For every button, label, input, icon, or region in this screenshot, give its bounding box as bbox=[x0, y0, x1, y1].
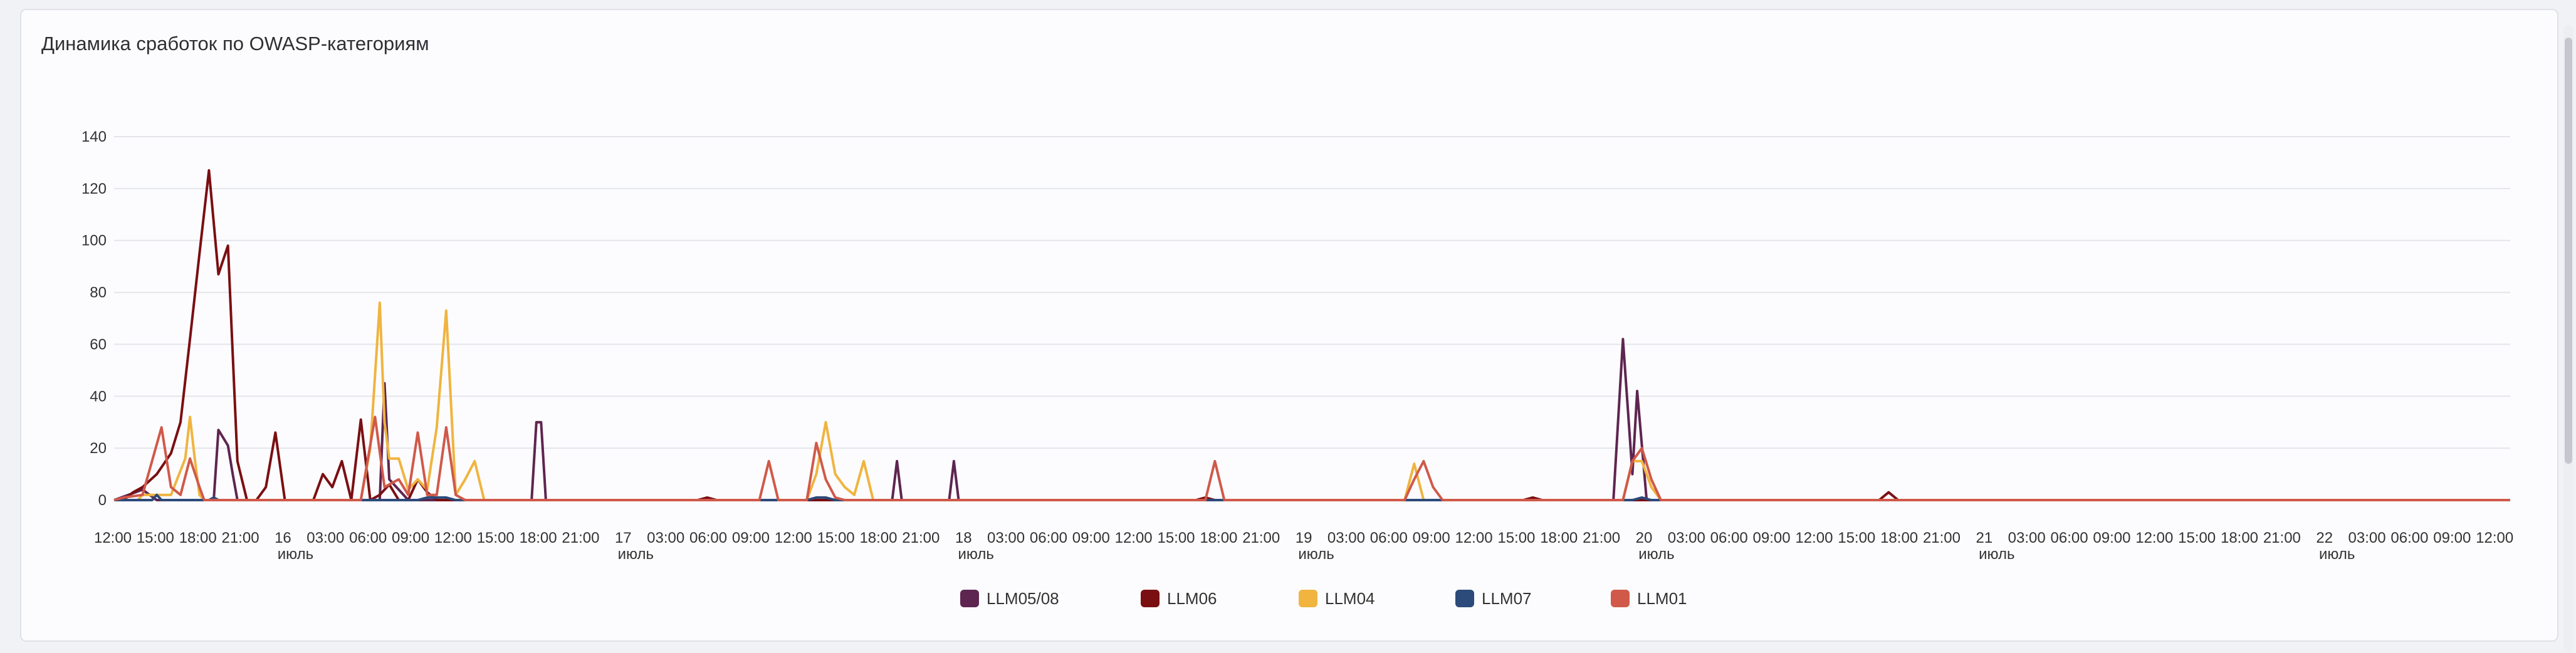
y-tick-label: 80 bbox=[90, 285, 107, 301]
legend-swatch[interactable] bbox=[1141, 590, 1160, 607]
y-tick-label: 20 bbox=[90, 440, 107, 457]
x-tick-label: 15:00 bbox=[2178, 530, 2216, 546]
x-tick-label: 17 bbox=[615, 530, 632, 546]
x-tick-label: 16 bbox=[275, 530, 291, 546]
x-tick-label: 03:00 bbox=[1668, 530, 1705, 546]
x-tick-label: 03:00 bbox=[2008, 530, 2046, 546]
x-tick-label: 03:00 bbox=[647, 530, 684, 546]
x-tick-label: 18:00 bbox=[1540, 530, 1578, 546]
x-tick-label: 15:00 bbox=[1497, 530, 1535, 546]
x-tick-label: 12:00 bbox=[775, 530, 812, 546]
x-tick-label: 12:00 bbox=[1455, 530, 1492, 546]
x-tick-label: 22 bbox=[2316, 530, 2333, 546]
x-tick-label: 12:00 bbox=[1795, 530, 1833, 546]
y-axis: 0 20 40 60 80 100 120 140 bbox=[81, 128, 107, 509]
x-tick-label: 21:00 bbox=[2263, 530, 2301, 546]
x-tick-label: 03:00 bbox=[2348, 530, 2386, 546]
x-tick-sublabel: июль bbox=[2319, 546, 2355, 563]
x-tick-label: 19 bbox=[1296, 530, 1312, 546]
x-tick-label: 18:00 bbox=[520, 530, 557, 546]
x-tick-label: 09:00 bbox=[2093, 530, 2130, 546]
y-tick-label: 140 bbox=[81, 128, 107, 145]
x-tick-label: 18:00 bbox=[859, 530, 897, 546]
x-tick-label: 03:00 bbox=[1327, 530, 1365, 546]
x-tick-label: 12:00 bbox=[1115, 530, 1153, 546]
legend-swatch[interactable] bbox=[1611, 590, 1630, 607]
x-tick-label: 21:00 bbox=[1923, 530, 1961, 546]
x-tick-label: 15:00 bbox=[1157, 530, 1195, 546]
legend-swatch[interactable] bbox=[960, 590, 979, 607]
x-tick-sublabel: июль bbox=[1638, 546, 1674, 563]
x-tick-label: 12:00 bbox=[2135, 530, 2173, 546]
series-lines bbox=[113, 169, 2510, 501]
legend-label[interactable]: LLM07 bbox=[1482, 589, 1532, 608]
y-tick-label: 0 bbox=[98, 492, 107, 509]
legend: LLM05/08 LLM06 LLM04 LLM07 LLM01 bbox=[960, 589, 1687, 608]
x-tick-label: 09:00 bbox=[1753, 530, 1791, 546]
legend-swatch[interactable] bbox=[1455, 590, 1474, 607]
x-tick-label: 21 bbox=[1976, 530, 1992, 546]
x-tick-label: 21:00 bbox=[1583, 530, 1620, 546]
x-tick-label: 15:00 bbox=[817, 530, 855, 546]
grid-lines bbox=[114, 136, 2510, 501]
legend-label[interactable]: LLM04 bbox=[1325, 589, 1375, 608]
x-tick-label: 06:00 bbox=[689, 530, 727, 546]
x-tick-label: 12:00 bbox=[434, 530, 472, 546]
x-tick-label: 09:00 bbox=[2433, 530, 2471, 546]
x-tick-sublabel: июль bbox=[278, 546, 313, 563]
x-tick-label: 21:00 bbox=[902, 530, 940, 546]
line-chart: 020406080100120140 12:00 15:00 18:00 21:00 1… bbox=[81, 128, 2513, 608]
x-tick-label: 12:00 bbox=[94, 530, 132, 546]
x-tick-label: 09:00 bbox=[1413, 530, 1450, 546]
x-tick-label: 18:00 bbox=[1200, 530, 1237, 546]
x-tick-label: 21:00 bbox=[222, 530, 259, 546]
x-tick-label: 15:00 bbox=[1838, 530, 1875, 546]
x-tick-label: 18:00 bbox=[2221, 530, 2258, 546]
x-tick-label: 18:00 bbox=[179, 530, 217, 546]
x-tick-label: 03:00 bbox=[306, 530, 344, 546]
x-tick-label: 06:00 bbox=[1710, 530, 1748, 546]
x-tick-label: 15:00 bbox=[477, 530, 515, 546]
x-tick-label: 06:00 bbox=[1030, 530, 1067, 546]
x-tick-sublabel: июль bbox=[618, 546, 654, 563]
x-tick-label: 06:00 bbox=[2051, 530, 2088, 546]
series-line-llm06 bbox=[114, 169, 2510, 501]
legend-label[interactable]: LLM01 bbox=[1637, 589, 1687, 608]
x-tick-label: 09:00 bbox=[392, 530, 429, 546]
legend-label[interactable]: LLM06 bbox=[1167, 589, 1217, 608]
scrollbar-thumb[interactable] bbox=[2565, 38, 2572, 464]
x-tick-label: 21:00 bbox=[562, 530, 599, 546]
x-tick-label: 18:00 bbox=[1880, 530, 1918, 546]
x-tick-label: 09:00 bbox=[732, 530, 770, 546]
legend-swatch[interactable] bbox=[1299, 590, 1317, 607]
x-tick-label: 21:00 bbox=[1242, 530, 1280, 546]
x-tick-label: 20 bbox=[1636, 530, 1653, 546]
y-tick-label: 100 bbox=[81, 232, 107, 249]
x-tick-label: 06:00 bbox=[1370, 530, 1408, 546]
series-line-llm01 bbox=[113, 415, 2510, 501]
x-tick-label: 06:00 bbox=[349, 530, 387, 546]
series-line-llm04 bbox=[114, 301, 2510, 501]
series-line-llm05-08 bbox=[113, 338, 2510, 501]
x-tick-sublabel: июль bbox=[1979, 546, 2014, 563]
x-tick-label: 18 bbox=[955, 530, 972, 546]
x-axis: 12:00 15:00 18:00 21:00 16июль03:00 06:00 09:0… bbox=[94, 530, 2513, 563]
x-tick-label: 06:00 bbox=[2390, 530, 2428, 546]
x-tick-sublabel: июль bbox=[958, 546, 994, 563]
x-tick-label: 03:00 bbox=[987, 530, 1025, 546]
x-tick-label: 15:00 bbox=[137, 530, 174, 546]
y-tick-label: 60 bbox=[90, 336, 107, 353]
x-tick-label: 09:00 bbox=[1072, 530, 1110, 546]
y-tick-label: 40 bbox=[90, 388, 107, 405]
legend-label[interactable]: LLM05/08 bbox=[987, 589, 1059, 608]
x-tick-sublabel: июль bbox=[1298, 546, 1334, 563]
y-tick-label: 120 bbox=[81, 180, 107, 197]
x-tick-label: 12:00 bbox=[2476, 530, 2513, 546]
